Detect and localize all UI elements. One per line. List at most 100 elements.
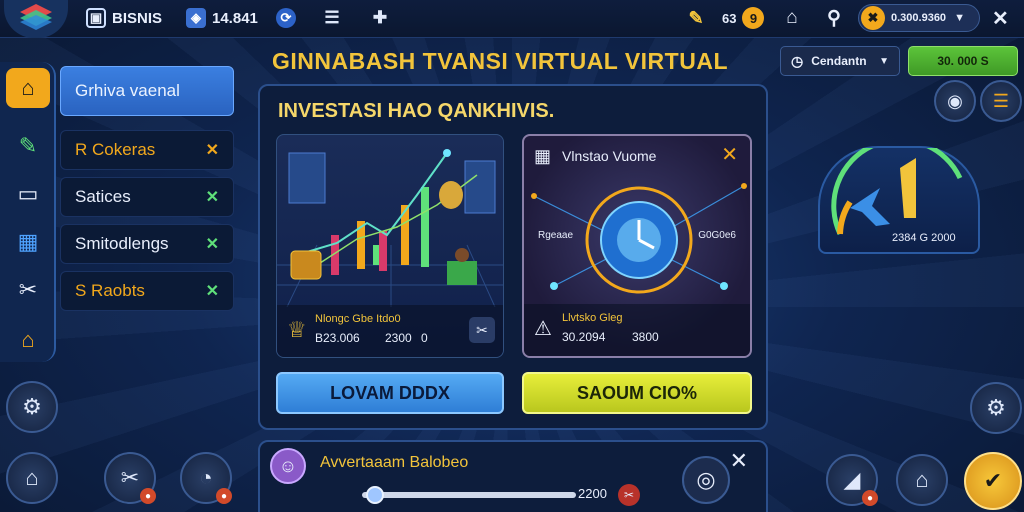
close-icon[interactable]: ✕ [730,448,748,474]
arch-icon: ⌂ [786,7,798,28]
notification-count: 63 [722,10,737,26]
pencil-icon: ✎ [18,133,38,158]
confirm-button[interactable]: ✔ [964,452,1022,510]
crate-icon [447,261,477,285]
top-bar: ▣ BISNIS ◈ 14.841 ⟳ ☰ ✚ ✎ 63 9 ⌂ ⚲ ✖ 0.3… [0,0,1024,38]
market-caption: Nlongc Gbe Itdo0 [315,313,401,325]
avatar: ☺ [270,448,306,484]
balance-slider-track[interactable] [362,486,576,504]
list-button[interactable]: ☰ [322,7,342,29]
speed-button[interactable]: ◔ ● [180,452,232,504]
sidebar-item-raobts[interactable]: S Raobts ✕ [60,271,234,311]
counter-item[interactable]: ◈ 14.841 [186,7,258,29]
gear-icon: ⚙ [22,394,42,419]
tools-icon: ✂ [18,277,38,302]
rail-stats-button[interactable]: ✎ [6,126,50,166]
sidebar-item-cokeras[interactable]: R Cokeras ✕ [60,130,234,170]
gauge-value: 2384 G 2000 [892,232,956,244]
settings-button-left[interactable]: ⚙ [6,381,58,433]
clock-icon: ◷ [791,52,804,69]
clock-orb-illustration [531,183,747,294]
balance-button[interactable]: 30. 000 S [908,46,1018,76]
sidebar-item-label: R Cokeras [75,140,156,159]
invest-left-button[interactable]: LOVAM DDDX [276,372,504,414]
rail-tools-button[interactable]: ✂ [6,270,50,310]
screen-icon [464,160,496,214]
search-button[interactable]: ⚲ [824,7,844,29]
app-logo[interactable] [4,0,68,38]
sidebar-item-label: Satices [75,187,131,206]
app-name: BISNIS [112,9,163,27]
sidebar-item-label: S Raobts [75,281,145,300]
investment-panel: INVESTASI HAO QANKHIVIS. ♕ Nlongc Gbe It… [258,84,768,430]
volume-card-footer: ⚠ Llvtsko Gleg 30.2094 3800 [524,304,750,356]
notification-dot: ● [216,488,232,504]
rail-screen-button[interactable]: ▭ [6,174,50,214]
treasure-chest-icon [290,250,322,280]
home-upgrade-button[interactable]: ⌂ [6,452,58,504]
market-card[interactable]: ♕ Nlongc Gbe Itdo0 B23.006 2300 0 ✂ [276,134,504,358]
panel-title: INVESTASI HAO QANKHIVIS. [278,100,555,122]
volume-value-1: 30.2094 [562,330,606,344]
performance-gauge[interactable]: 2384 G 2000 [818,137,980,254]
category-dropdown[interactable]: ◷ Cendantn ▼ [780,46,900,76]
gauge-illustration [831,137,963,236]
invest-right-button[interactable]: SAOUM CIO% [522,372,752,414]
close-icon[interactable]: ✕ [206,281,219,301]
house-icon: ⌂ [915,467,929,492]
grid-icon: ▦ [17,229,39,254]
target-button[interactable]: ◎ [682,456,730,504]
notification-dot: ● [862,490,878,506]
volume-value-2: 3800 [632,330,659,344]
repair-button[interactable]: ✂ ● [104,452,156,504]
close-icon[interactable]: ✕ [206,234,219,254]
trophy-icon: ♕ [287,317,307,342]
notification-badge: 9 [742,7,765,29]
counter-value: 14.841 [212,9,258,27]
gear-icon: ⚙ [986,395,1006,420]
monitor-icon: ▭ [17,181,39,206]
profile-value: 0.300.9360 [891,12,947,24]
sidebar-item-label: Grhiva vaenal [75,81,180,100]
volume-card[interactable]: ▦ Vlnstao Vuome ✕ Rgeaae G0G0e6 ⚠ Llvtsk… [522,134,752,358]
base-button[interactable]: ⌂ [896,454,948,506]
gauge-icon: ◔ [199,465,213,490]
notification-dot: ● [140,488,156,504]
notification-item[interactable]: ✎ 63 9 [686,7,765,29]
close-button[interactable]: ✕ [992,7,1009,30]
home-icon: ⌂ [21,75,35,100]
slider-thumb[interactable] [365,486,384,504]
app-name-item[interactable]: ▣ BISNIS [86,7,162,29]
rail-home-button[interactable]: ⌂ [6,68,50,108]
home-button[interactable]: ⌂ [782,7,802,29]
bottom-title: Avvertaaam Balobeo [320,454,469,471]
shop-icon: ⌂ [21,327,35,352]
storage-button[interactable]: ☰ [980,80,1022,122]
balance-value: 30. 000 S [937,54,989,68]
ramp-icon: ◢ [843,467,861,492]
sync-button[interactable]: ⟳ [276,7,296,29]
sidebar-item-active[interactable]: Grhiva vaenal [60,66,234,116]
radar-button[interactable]: ◉ [934,80,976,122]
close-icon[interactable]: ✕ [206,140,219,160]
rail-shop-button[interactable]: ⌂ [6,320,50,360]
layers-icon [20,4,52,30]
character-icon [455,248,469,262]
profile-dropdown[interactable]: ✖ 0.300.9360 ▼ [858,4,980,32]
tools-button[interactable]: ✂ [469,317,495,343]
cancel-button[interactable]: ✂ [618,484,640,506]
settings-button-right[interactable]: ⚙ [970,382,1022,434]
upgrade-button[interactable]: ◢ ● [826,454,878,506]
puzzle-button[interactable]: ✚ [370,7,390,29]
market-card-footer: ♕ Nlongc Gbe Itdo0 B23.006 2300 0 ✂ [277,305,503,357]
close-icon[interactable]: ✕ [206,187,219,207]
sidebar-item-smitodlengs[interactable]: Smitodlengs ✕ [60,224,234,264]
screen-icon [288,152,326,204]
wrench-icon: ✂ [120,465,140,490]
market-value-1: B23.006 [315,331,360,345]
rail-grid-button[interactable]: ▦ [6,222,50,262]
market-value-3: 0 [421,331,428,345]
market-value-2: 2300 [385,331,412,345]
peak-dot-icon [443,149,451,157]
sidebar-item-satices[interactable]: Satices ✕ [60,177,234,217]
